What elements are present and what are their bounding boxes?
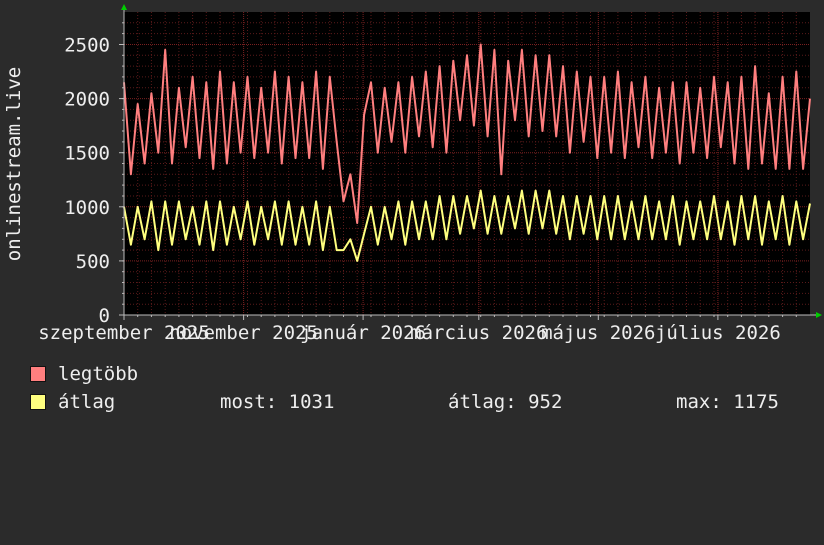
line-chart: 05001000150020002500 szeptember 2025nove… <box>3 4 822 344</box>
y-tick-label: 1000 <box>64 197 110 219</box>
legend-label: legtöbb <box>58 363 139 385</box>
x-axis-arrow-icon <box>816 312 822 318</box>
legend-item-atlag: átlag most: 1031 átlag: 952 max: 1175 <box>30 391 810 413</box>
x-tick-label: július 2026 <box>655 322 781 344</box>
stat-max: max: 1175 <box>676 391 779 413</box>
y-axis-ticks: 05001000150020002500 <box>64 35 110 328</box>
legend-swatch <box>30 394 46 410</box>
y-tick-label: 500 <box>76 251 110 273</box>
x-axis-ticks: szeptember 2025november 2025január 2026m… <box>38 322 781 344</box>
legend-swatch <box>30 366 46 382</box>
y-tick-label: 2500 <box>64 35 110 57</box>
x-tick-label: március 2026 <box>410 322 547 344</box>
chart-widget: 0 500 1000 1500 2000 2500 szeptember 2025 nove… <box>0 0 824 430</box>
stat-current: most: 1031 <box>220 391 335 413</box>
stat-average: átlag: 952 <box>448 391 563 413</box>
y-tick-label: 1500 <box>64 143 110 165</box>
x-tick-label: november 2025 <box>169 322 318 344</box>
legend-label: átlag <box>58 391 116 413</box>
x-tick-label: január 2026 <box>300 322 426 344</box>
y-axis-label: onlinestream.live <box>3 67 25 261</box>
y-axis-arrow-icon <box>121 4 127 10</box>
legend-item-legtobb: legtöbb <box>30 363 170 385</box>
x-tick-label: május 2026 <box>541 322 655 344</box>
y-tick-label: 2000 <box>64 89 110 111</box>
